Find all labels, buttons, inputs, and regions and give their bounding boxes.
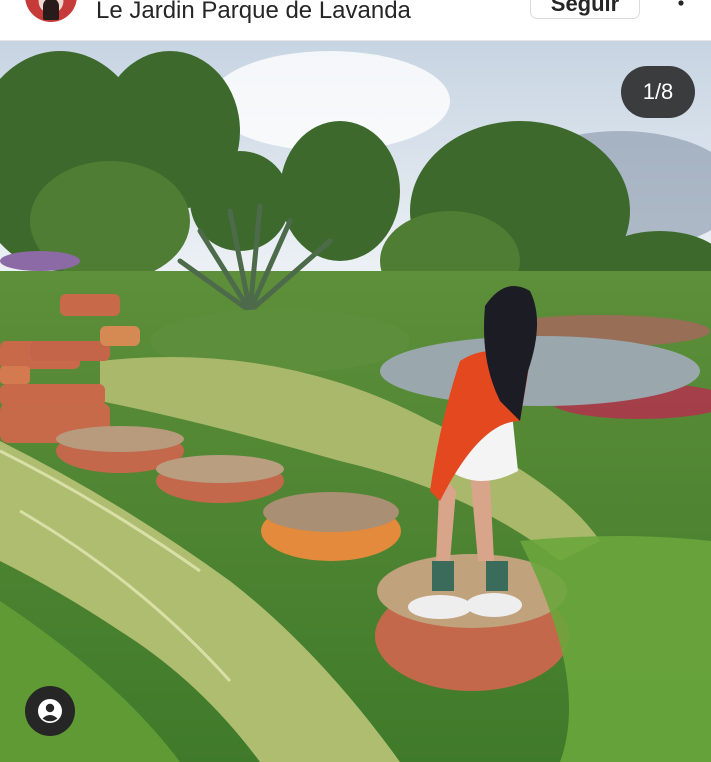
profile-avatar[interactable]	[25, 0, 77, 22]
more-dots-icon[interactable]	[670, 0, 692, 18]
follow-button[interactable]: Seguir	[530, 0, 640, 19]
carousel-counter: 1/8	[621, 66, 695, 118]
user-tag-icon[interactable]	[25, 686, 75, 736]
post-header: Le Jardin Parque de Lavanda Seguir	[0, 0, 711, 41]
post-photo[interactable]	[0, 41, 711, 762]
account-name[interactable]: Le Jardin Parque de Lavanda	[96, 0, 411, 25]
